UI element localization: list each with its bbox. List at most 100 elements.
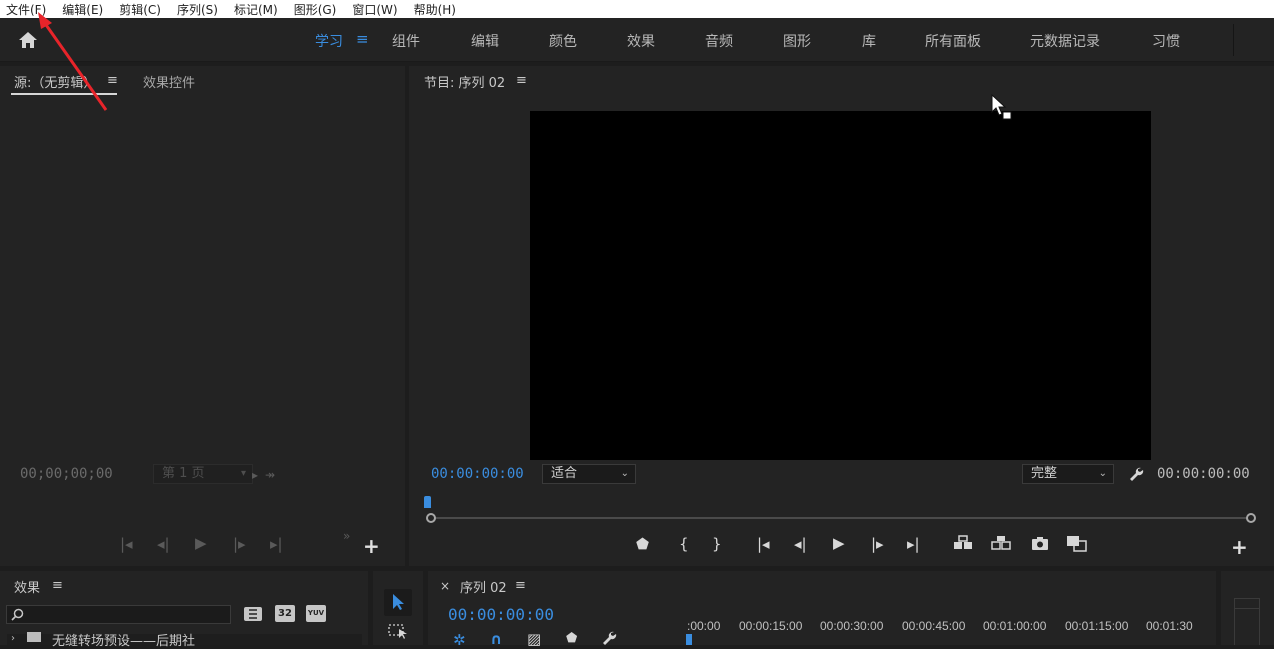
- menu-sequence[interactable]: 序列(S): [177, 1, 218, 18]
- audio-meters-panel: [1221, 571, 1274, 645]
- quality-select-value: 完整: [1031, 466, 1058, 481]
- fit-select[interactable]: 适合 ⌄: [542, 464, 636, 484]
- effects-panel-menu-icon[interactable]: ≡: [52, 578, 63, 593]
- workspace-tab-libraries[interactable]: 库: [862, 31, 876, 51]
- step-forward-dim-icon: ▸: [252, 468, 259, 482]
- ruler-tick-label: 00:01:00:00: [983, 619, 1047, 633]
- timeline-settings-wrench-icon[interactable]: [601, 631, 617, 645]
- track-select-tool-icon[interactable]: [388, 623, 410, 641]
- snap-magnet-icon[interactable]: ∩: [490, 630, 502, 648]
- workspace-menu-icon[interactable]: ≡: [356, 30, 369, 48]
- mouse-cursor-icon: [991, 94, 1012, 120]
- workspace-tab-metadata[interactable]: 元数据记录: [1030, 31, 1100, 51]
- go-to-in-icon: |◂: [120, 535, 133, 553]
- mark-in-icon[interactable]: {: [679, 536, 689, 552]
- ruler-tick-label: 00:00:45:00: [902, 619, 966, 633]
- workspace-tab-assembly[interactable]: 组件: [392, 31, 420, 51]
- accelerated-effects-icon[interactable]: [243, 605, 263, 623]
- program-timecode-playhead[interactable]: 00:00:00:00: [431, 466, 524, 482]
- effects-title[interactable]: 效果: [14, 577, 40, 596]
- workspace-divider: [1233, 24, 1234, 56]
- step-forward-icon: |▸: [233, 535, 246, 553]
- source-timecode[interactable]: 00;00;00;00: [20, 466, 113, 482]
- 32bit-effects-icon[interactable]: 32: [275, 605, 295, 622]
- expand-chevron-icon[interactable]: ›: [11, 633, 15, 644]
- audio-meter-divider: [1234, 608, 1260, 609]
- page-select-value: 第 1 页: [162, 466, 205, 481]
- effects-search-input[interactable]: [6, 605, 231, 624]
- camera-icon[interactable]: [1031, 536, 1049, 551]
- program-timecode-duration: 00:00:00:00: [1157, 466, 1250, 482]
- sequence-tab-title[interactable]: 序列 02: [460, 577, 507, 596]
- mark-out-icon[interactable]: }: [712, 536, 722, 552]
- menu-window[interactable]: 窗口(W): [352, 1, 397, 18]
- program-scrub-bar[interactable]: [430, 517, 1252, 519]
- go-to-out-icon[interactable]: ▸|: [907, 536, 920, 552]
- ruler-tick-label: :00:00: [687, 619, 721, 633]
- program-title[interactable]: 节目: 序列 02: [424, 72, 505, 91]
- go-to-in-icon[interactable]: |◂: [757, 536, 770, 552]
- timeline-timecode[interactable]: 00:00:00:00: [448, 605, 554, 624]
- step-back-icon: ◂|: [157, 535, 170, 553]
- menu-help[interactable]: 帮助(H): [414, 1, 456, 18]
- menu-markers[interactable]: 标记(M): [234, 1, 278, 18]
- workspace-tab-learn[interactable]: 学习: [315, 31, 343, 51]
- program-add-button-icon[interactable]: +: [1231, 537, 1248, 557]
- add-marker-icon[interactable]: ⬟: [566, 631, 577, 646]
- search-icon: [11, 608, 24, 621]
- workspace-tab-color[interactable]: 颜色: [549, 31, 577, 51]
- tab-effect-controls[interactable]: 效果控件: [143, 72, 195, 91]
- add-button-icon[interactable]: +: [363, 536, 380, 556]
- effects-preset-item[interactable]: 无缝转场预设——后期社: [52, 630, 195, 649]
- scrub-end-handle[interactable]: [1246, 513, 1256, 523]
- program-panel-menu-icon[interactable]: ≡: [516, 73, 527, 88]
- menu-graphics[interactable]: 图形(G): [294, 1, 337, 18]
- fit-select-value: 适合: [551, 466, 578, 481]
- comparison-view-icon[interactable]: [1065, 534, 1089, 552]
- linked-selection-icon[interactable]: ▨: [527, 630, 541, 648]
- program-playhead[interactable]: [424, 496, 431, 508]
- ruler-tick-label: 00:00:30:00: [820, 619, 884, 633]
- close-sequence-icon[interactable]: ×: [440, 579, 450, 593]
- tools-panel: [373, 571, 423, 645]
- go-to-out-icon: ▸|: [270, 535, 283, 553]
- source-panel: 源:（无剪辑） ≡ 效果控件 00;00;00;00 第 1 页 ▾ ▸ ↠ |…: [0, 66, 405, 566]
- ruler-tick-label: 00:01:15:00: [1065, 619, 1129, 633]
- ruler-tick-label: 00:00:15:00: [739, 619, 803, 633]
- yuv-effects-icon[interactable]: YUV: [306, 605, 326, 622]
- workspace-tab-audio[interactable]: 音频: [705, 31, 733, 51]
- workspace-bar: 学习 ≡ 组件 编辑 颜色 效果 音频 图形 库 所有面板 元数据记录 习惯: [0, 18, 1274, 62]
- selection-arrow-icon: [393, 594, 404, 610]
- nest-sequence-icon[interactable]: ✲: [453, 631, 466, 649]
- play-icon: ▶: [195, 534, 207, 552]
- folder-icon: [27, 632, 41, 642]
- shuttle-dim-icon: ↠: [265, 468, 276, 482]
- workspace-tab-editing[interactable]: 编辑: [471, 31, 499, 51]
- chevron-down-icon: ⌄: [620, 468, 629, 479]
- annotation-arrow: [38, 12, 108, 111]
- quality-select[interactable]: 完整 ⌄: [1022, 464, 1114, 484]
- timeline-playhead[interactable]: [686, 634, 692, 645]
- menu-bar: 文件(F) 编辑(E) 剪辑(C) 序列(S) 标记(M) 图形(G) 窗口(W…: [0, 0, 1274, 18]
- step-back-icon[interactable]: ◂|: [794, 536, 807, 552]
- add-marker-icon[interactable]: ⬟: [636, 536, 649, 552]
- more-controls-icon[interactable]: »: [343, 528, 350, 544]
- program-monitor-video[interactable]: [530, 111, 1151, 460]
- workspace-tab-all-panels[interactable]: 所有面板: [925, 31, 981, 51]
- workspace-tab-graphics[interactable]: 图形: [783, 31, 811, 51]
- lift-icon[interactable]: [952, 535, 974, 551]
- scrub-start-handle[interactable]: [426, 513, 436, 523]
- chevron-down-icon: ⌄: [1098, 468, 1107, 479]
- workspace-tab-custom[interactable]: 习惯: [1152, 31, 1180, 51]
- page-select[interactable]: 第 1 页 ▾: [153, 464, 253, 484]
- play-button-icon[interactable]: ▶: [833, 535, 845, 551]
- selection-tool[interactable]: [384, 589, 412, 616]
- chevron-down-icon: ▾: [240, 468, 246, 479]
- timeline-menu-icon[interactable]: ≡: [515, 578, 526, 593]
- effects-list: › 无缝转场预设——后期社: [7, 632, 362, 649]
- audio-meter: [1234, 598, 1260, 645]
- wrench-icon[interactable]: [1128, 466, 1144, 482]
- extract-icon[interactable]: [990, 535, 1012, 551]
- workspace-tab-effects[interactable]: 效果: [627, 31, 655, 51]
- step-forward-icon[interactable]: |▸: [871, 536, 884, 552]
